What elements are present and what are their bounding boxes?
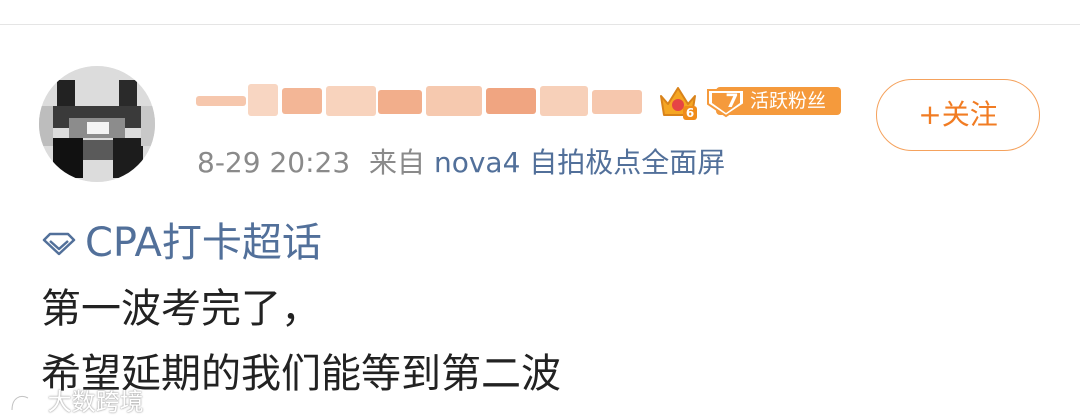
- from-label: 来自: [369, 146, 426, 179]
- crown-level-number: 6: [686, 106, 694, 120]
- fan-level: 7: [725, 90, 739, 112]
- top-divider: [0, 24, 1080, 25]
- supertopic-label: CPA打卡超话: [85, 220, 322, 266]
- avatar[interactable]: [39, 66, 155, 182]
- watermark-text: 大数跨境: [47, 388, 144, 416]
- post-meta: 8-29 20:23 来自 nova4 自拍极点全面屏: [197, 143, 725, 183]
- username-blurred[interactable]: [196, 82, 646, 118]
- follow-button[interactable]: +关注: [876, 79, 1040, 151]
- active-fan-badge: 7 活跃粉丝: [706, 84, 843, 118]
- post-text-line-1: 第一波考完了，: [41, 286, 321, 332]
- watermark-logo-icon: [10, 395, 31, 411]
- device-link[interactable]: nova4 自拍极点全面屏: [434, 146, 725, 179]
- crown-icon: 6: [660, 87, 697, 120]
- post-time: 8-29 20:23: [197, 146, 351, 179]
- watermark: 大数跨境: [8, 387, 144, 417]
- crown-level-badge: 6: [657, 82, 699, 122]
- fan-label: 活跃粉丝: [750, 90, 827, 112]
- diamond-icon: [42, 232, 76, 256]
